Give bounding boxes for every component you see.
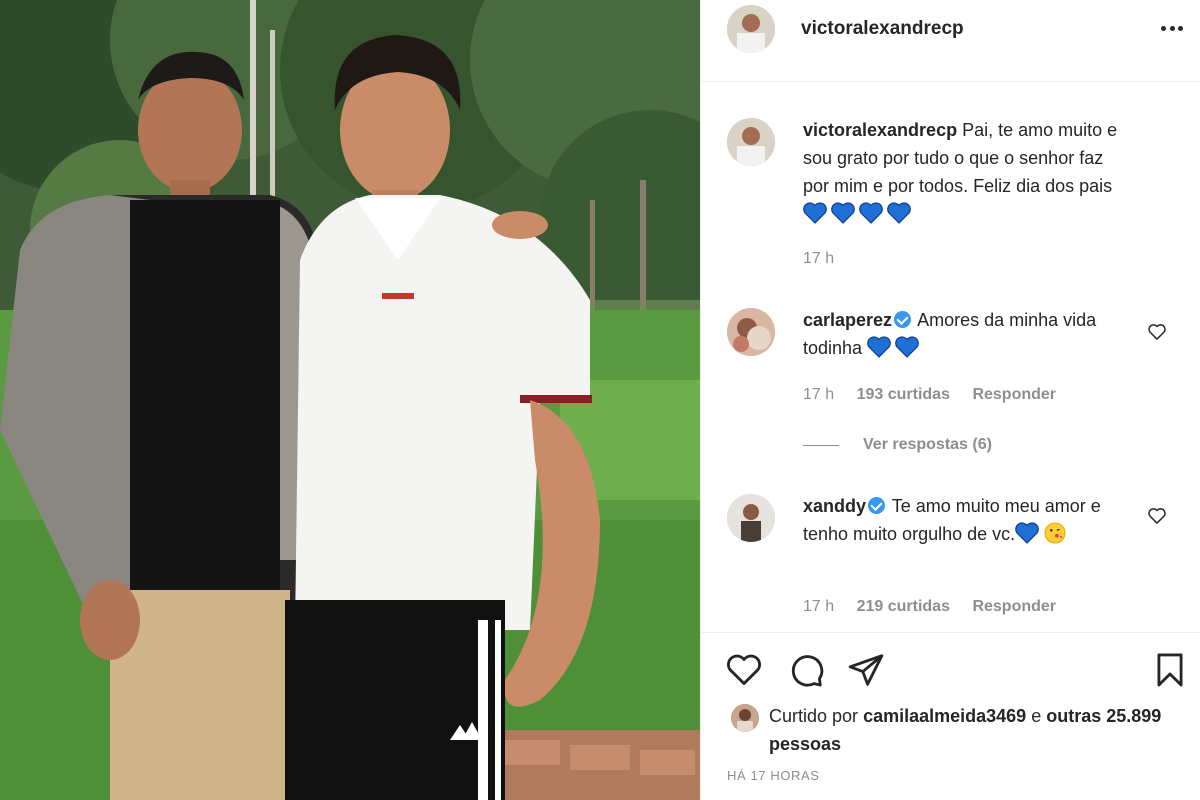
comment-meta: 17 h 193 curtidas Responder — [803, 386, 1074, 404]
liked-by-text: Curtido por camilaalmeida3469 e outras 2… — [769, 702, 1169, 758]
caption-meta: 17 h — [803, 250, 852, 268]
like-heart-icon[interactable] — [725, 651, 763, 689]
comment-username[interactable]: xanddy — [803, 496, 866, 516]
comment-text: xanddy Te amo muito meu amor e tenho mui… — [803, 492, 1123, 548]
comment-username[interactable]: carlaperez — [803, 310, 892, 330]
comment-likes[interactable]: 193 curtidas — [857, 386, 950, 403]
view-replies-button[interactable]: Ver respostas (6) — [803, 436, 992, 454]
comment-like-heart-icon[interactable] — [1147, 322, 1167, 342]
blue-hearts-emoji — [867, 336, 923, 358]
more-options-icon[interactable] — [1160, 16, 1184, 40]
liked-by-prefix: Curtido por — [769, 706, 859, 726]
blue-hearts-emoji — [803, 202, 915, 224]
caption-avatar[interactable] — [727, 118, 775, 166]
liked-by-user[interactable]: camilaalmeida3469 — [863, 706, 1026, 726]
replies-divider — [803, 444, 839, 446]
photo-illustration — [0, 0, 700, 800]
verified-badge-icon — [868, 497, 886, 514]
comment-meta: 17 h 219 curtidas Responder — [803, 598, 1074, 616]
post-header: victoralexandrecp — [701, 0, 1200, 82]
kiss-face-emoji — [1044, 522, 1066, 544]
view-replies-label: Ver respostas (6) — [863, 436, 992, 453]
reply-button[interactable]: Responder — [972, 598, 1056, 615]
share-send-icon[interactable] — [847, 651, 885, 689]
caption-time: 17 h — [803, 250, 835, 267]
posted-time[interactable]: HÁ 17 HORAS — [727, 768, 820, 783]
reply-button[interactable]: Responder — [972, 386, 1056, 403]
caption-username[interactable]: victoralexandrecp — [803, 120, 957, 140]
comment-text: carlaperez Amores da minha vida todinha — [803, 306, 1123, 362]
heart-kiss-emoji — [1015, 522, 1071, 544]
comment-likes[interactable]: 219 curtidas — [857, 598, 950, 615]
comment-bubble-icon[interactable] — [787, 651, 825, 689]
author-avatar[interactable] — [727, 5, 775, 53]
comment-like-heart-icon[interactable] — [1147, 506, 1167, 526]
liker-avatar[interactable] — [731, 704, 759, 732]
commenter-avatar[interactable] — [727, 494, 775, 542]
post-photo[interactable] — [0, 0, 700, 800]
liked-by-conj: e — [1031, 706, 1042, 726]
comment-time: 17 h — [803, 598, 835, 615]
verified-badge-icon — [894, 311, 912, 328]
comment-time: 17 h — [803, 386, 835, 403]
post-side-panel: victoralexandrecp victoralexandrecp Pai,… — [700, 0, 1200, 800]
caption-text: victoralexandrecp Pai, te amo muito e so… — [803, 116, 1123, 228]
commenter-avatar[interactable] — [727, 308, 775, 356]
author-username[interactable]: victoralexandrecp — [801, 18, 964, 40]
save-bookmark-icon[interactable] — [1151, 651, 1189, 689]
